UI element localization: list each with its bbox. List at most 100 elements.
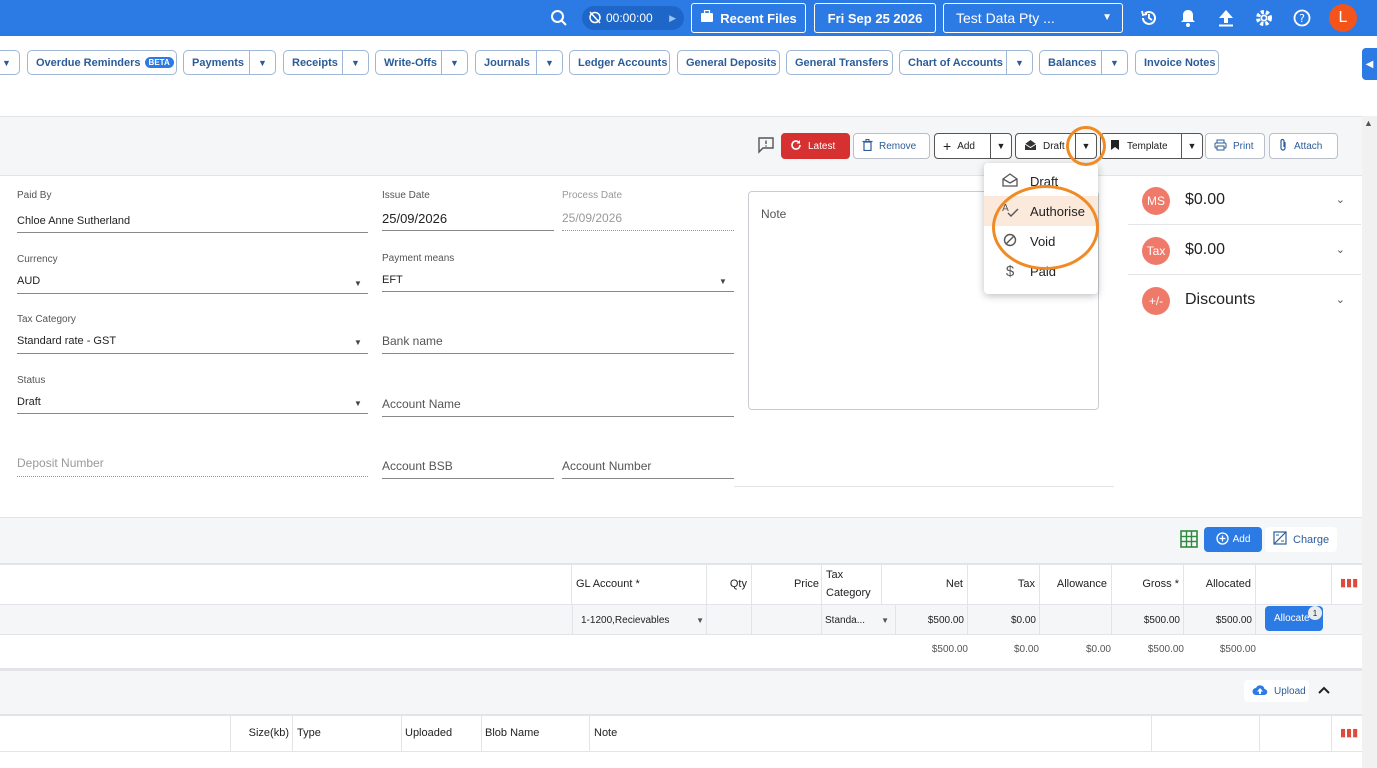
beta-badge: BETA <box>144 57 174 68</box>
menu-item-void[interactable]: Void <box>984 226 1098 256</box>
chevron-down-icon[interactable]: ⌄ <box>1336 193 1345 206</box>
chevron-down-icon[interactable]: ▼ <box>1101 51 1127 74</box>
chevron-down-icon[interactable]: ▼ <box>342 51 368 74</box>
side-panel-toggle[interactable]: ◀ <box>1362 48 1377 80</box>
nav-chart-of-accounts[interactable]: Chart of Accounts ▼ <box>899 50 1033 75</box>
caret-down-icon[interactable]: ▼ <box>354 399 362 408</box>
chevron-down-icon[interactable]: ▼ <box>441 51 467 74</box>
nav-payments[interactable]: Payments ▼ <box>183 50 276 75</box>
chevron-down-icon[interactable]: ▼ <box>249 51 275 74</box>
qty-cell[interactable] <box>707 605 752 635</box>
nav-invoice-notes[interactable]: Invoice Notes <box>1135 50 1219 75</box>
svg-text:?: ? <box>1299 12 1305 25</box>
date-button[interactable]: Fri Sep 25 2026 <box>814 3 936 33</box>
chevron-up-icon[interactable] <box>1318 684 1330 698</box>
chevron-down-icon[interactable]: ▼ <box>1006 51 1032 74</box>
status-dropdown-toggle[interactable]: ▼ <box>1075 133 1097 159</box>
header-allowance: Allowance <box>1040 563 1112 605</box>
nav-label: Ledger Accounts <box>578 56 668 69</box>
total-allocated: $500.00 <box>1219 644 1256 655</box>
caret-down-icon[interactable]: ▼ <box>354 279 362 288</box>
draft-status-button[interactable]: Draft <box>1015 133 1077 159</box>
summary-tax-row[interactable]: Tax $0.00 ⌄ <box>1128 227 1361 275</box>
page-scrollbar[interactable] <box>1362 116 1377 768</box>
remove-button[interactable]: Remove <box>853 133 930 159</box>
nav-write-offs[interactable]: Write-Offs ▼ <box>375 50 468 75</box>
menu-item-draft[interactable]: Draft <box>984 166 1098 196</box>
nav-label: Balances <box>1048 56 1097 69</box>
cloud-upload-icon <box>1252 684 1268 699</box>
tax-category-select[interactable]: Standard rate - GST <box>17 335 116 347</box>
nav-receipts[interactable]: Receipts ▼ <box>283 50 369 75</box>
menu-item-authorise[interactable]: A Authorise <box>984 196 1098 226</box>
lines-toolbar <box>0 517 1362 563</box>
nav-general-transfers[interactable]: General Transfers <box>786 50 893 75</box>
recent-files-button[interactable]: Recent Files <box>691 3 806 33</box>
nav-balances[interactable]: Balances ▼ <box>1039 50 1128 75</box>
tax-category-select[interactable]: Standa... ▼ <box>822 605 896 635</box>
currency-select[interactable]: AUD <box>17 275 40 287</box>
field-underline <box>562 230 734 231</box>
nav-overflow-dropdown[interactable]: ▼ <box>0 50 20 75</box>
play-icon[interactable]: ▶ <box>669 13 676 24</box>
latest-button[interactable]: Latest <box>781 133 850 159</box>
nav-general-deposits[interactable]: General Deposits <box>677 50 780 75</box>
columns-icon[interactable]: ▮▮▮ <box>1340 576 1358 589</box>
gl-account-select[interactable]: 1-1200,Recievables ▼ <box>572 605 707 635</box>
upload-icon[interactable] <box>1214 6 1238 30</box>
bell-icon[interactable] <box>1176 6 1200 30</box>
issue-date-input[interactable]: 25/09/2026 <box>382 211 447 226</box>
paid-by-input[interactable]: Chloe Anne Sutherland <box>17 215 130 227</box>
scroll-up-icon[interactable]: ▲ <box>1364 118 1373 128</box>
allowance-cell <box>1040 605 1112 635</box>
charge-button[interactable]: Charge <box>1265 527 1337 552</box>
chevron-down-icon[interactable]: ▼ <box>536 51 562 74</box>
account-bsb-input[interactable]: Account BSB <box>382 459 453 473</box>
total-tax: $0.00 <box>1013 644 1039 655</box>
summary-discounts-row[interactable]: +/- Discounts ⌄ <box>1128 277 1361 325</box>
company-select[interactable]: Test Data Pty ... ▼ <box>943 3 1123 33</box>
caret-down-icon[interactable]: ▼ <box>354 338 362 347</box>
comment-icon[interactable] <box>757 136 777 156</box>
print-button[interactable]: Print <box>1205 133 1265 159</box>
nav-journals[interactable]: Journals ▼ <box>475 50 563 75</box>
summary-ms-row[interactable]: MS $0.00 ⌄ <box>1128 177 1361 225</box>
field-underline <box>382 353 734 354</box>
add-dropdown-toggle[interactable]: ▼ <box>990 133 1012 159</box>
caret-down-icon: ▼ <box>1187 141 1197 151</box>
chevron-down-icon[interactable]: ⌄ <box>1336 293 1345 306</box>
status-select[interactable]: Draft <box>17 396 41 408</box>
discounts-value: Discounts <box>1185 291 1256 308</box>
header-size: Size(kb) <box>231 714 293 752</box>
caret-down-icon[interactable]: ▼ <box>719 277 727 286</box>
columns-icon[interactable]: ▮▮▮ <box>1340 726 1358 739</box>
menu-item-label: Paid <box>1030 263 1057 279</box>
menu-item-paid[interactable]: $ Paid <box>984 256 1098 286</box>
nav-label: Invoice Notes <box>1144 56 1216 69</box>
upload-button[interactable]: Upload <box>1244 680 1309 702</box>
gear-icon[interactable] <box>1252 6 1276 30</box>
nav-overdue-reminders[interactable]: Overdue Reminders BETA <box>27 50 177 75</box>
template-dropdown-toggle[interactable]: ▼ <box>1181 133 1203 159</box>
history-icon[interactable] <box>1137 6 1161 30</box>
timer-widget[interactable]: 00:00:00 ▶ <box>582 6 684 30</box>
payment-means-select[interactable]: EFT <box>382 274 403 286</box>
add-button[interactable]: + Add <box>934 133 992 159</box>
user-avatar[interactable]: L <box>1329 4 1357 32</box>
nav-ledger-accounts[interactable]: Ledger Accounts <box>569 50 670 75</box>
search-icon[interactable] <box>547 6 571 30</box>
price-cell[interactable] <box>752 605 822 635</box>
template-label: Template <box>1127 140 1168 152</box>
template-button[interactable]: Template <box>1100 133 1183 159</box>
spreadsheet-icon[interactable] <box>1180 530 1198 553</box>
add-line-button[interactable]: Add <box>1204 527 1262 552</box>
bookmark-icon <box>1109 139 1121 154</box>
help-icon[interactable]: ? <box>1290 6 1314 30</box>
account-name-input[interactable]: Account Name <box>382 397 461 411</box>
field-underline <box>382 416 734 417</box>
bank-name-input[interactable]: Bank name <box>382 334 443 348</box>
print-label: Print <box>1233 140 1254 152</box>
attach-button[interactable]: Attach <box>1269 133 1338 159</box>
chevron-down-icon[interactable]: ⌄ <box>1336 243 1345 256</box>
account-number-input[interactable]: Account Number <box>562 459 651 473</box>
